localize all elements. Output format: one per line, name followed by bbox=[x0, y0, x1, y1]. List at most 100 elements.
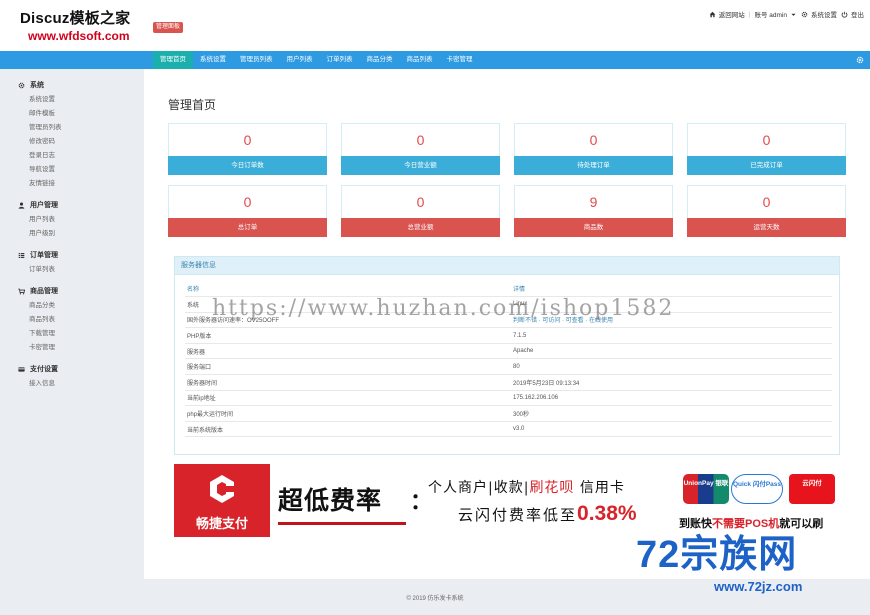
server-info-table: 名称 详情 系统 Linux 国外服务器访问速率：OV25OOFF 判断不错 · 可访… bbox=[185, 281, 832, 438]
sidebar-group: 用户管理用户列表 用户级别 bbox=[0, 197, 144, 241]
list-icon bbox=[18, 252, 25, 258]
caret-down-icon bbox=[791, 13, 796, 16]
sidebar-group-title: 系统 bbox=[30, 82, 44, 89]
sidebar-item[interactable]: 登录日志 bbox=[0, 149, 144, 163]
sidebar-item[interactable]: 卡密管理 bbox=[0, 341, 144, 355]
nav-tab-5[interactable]: 商品分类 bbox=[360, 51, 400, 69]
nav-settings-icon[interactable] bbox=[856, 56, 864, 64]
nav-tab-7[interactable]: 卡密管理 bbox=[440, 51, 480, 69]
sidebar-item[interactable]: 商品分类 bbox=[0, 299, 144, 313]
sidebar-group-header[interactable]: 支付设置 bbox=[0, 361, 144, 377]
unionpay-logo: UnionPay 银联 bbox=[683, 474, 729, 504]
home-icon bbox=[709, 11, 716, 17]
nav-items: 管理首页 系统设置 管理员列表 用户列表 订单列表 商品分类 商品列表 卡密管理 bbox=[153, 51, 480, 69]
table-row: 服务端口 80 bbox=[185, 358, 832, 376]
sidebar-item[interactable]: 下载管理 bbox=[0, 327, 144, 341]
sidebar-item[interactable]: 修改密码 bbox=[0, 135, 144, 149]
header: Discuz模板之家 www.wfdsoft.com 管理面板 返回网站 | 账… bbox=[0, 0, 870, 51]
table-row: 当前ip地址 175.162.206.106 bbox=[185, 390, 832, 407]
sidebar-item[interactable]: 友情链接 bbox=[0, 177, 144, 191]
name-cell: 服务端口 bbox=[185, 358, 511, 376]
stat-card: 0 今日订单数 bbox=[168, 123, 327, 175]
banner-brand-name: 畅捷支付 bbox=[195, 516, 248, 531]
nav-tab-1[interactable]: 系统设置 bbox=[193, 51, 233, 69]
sidebar-item[interactable]: 用户级别 bbox=[0, 227, 144, 241]
banner-subline: 到账快不需要POS机就可以刷 bbox=[679, 515, 823, 531]
stat-label[interactable]: 待处理订单 bbox=[514, 156, 673, 175]
sidebar-item[interactable]: 用户列表 bbox=[0, 213, 144, 227]
banner-line-2: 云闪付费率低至0.38% bbox=[458, 502, 637, 526]
sidebar-group-title: 用户管理 bbox=[30, 202, 58, 209]
stat-label[interactable]: 今日营业额 bbox=[341, 156, 500, 175]
nav-tab-3[interactable]: 用户列表 bbox=[280, 51, 320, 69]
yunshanfu-logo: 云闪付 bbox=[789, 474, 835, 504]
sidebar-group-header[interactable]: 系统 bbox=[0, 77, 144, 93]
stat-label[interactable]: 总营业额 bbox=[341, 218, 500, 237]
detail-cell: 300秒 bbox=[511, 405, 832, 422]
stat-label[interactable]: 总订单 bbox=[168, 218, 327, 237]
stat-value: 9 bbox=[589, 194, 598, 210]
sidebar-group-header[interactable]: 用户管理 bbox=[0, 197, 144, 213]
stat-label[interactable]: 已完成订单 bbox=[687, 156, 846, 175]
banner-sub-a: 到账快 bbox=[679, 518, 712, 530]
table-row: 服务器时间 2019年5月23日 09:13:34 bbox=[185, 374, 832, 391]
logo-title: Discuz模板之家 bbox=[20, 10, 131, 27]
sidebar-group-header[interactable]: 商品管理 bbox=[0, 283, 144, 299]
name-cell: 当前系统版本 bbox=[185, 421, 511, 438]
nav-tab-4[interactable]: 订单列表 bbox=[320, 51, 360, 69]
ad-banner[interactable]: 畅捷支付 超低费率 ： 个人商户|收款|刷花呗 信用卡 云闪付费率低至0.38%… bbox=[174, 464, 842, 538]
logout-link[interactable]: 登出 bbox=[841, 9, 864, 19]
logo[interactable]: Discuz模板之家 www.wfdsoft.com bbox=[20, 10, 144, 44]
account-dropdown[interactable]: 账号 admin bbox=[754, 9, 797, 19]
sidebar-item[interactable]: 邮件模板 bbox=[0, 107, 144, 121]
gear-icon bbox=[18, 82, 25, 88]
detail-cell: 175.162.206.106 bbox=[511, 390, 832, 407]
banner-line-1-c: 信用卡 bbox=[574, 480, 625, 496]
sidebar-item[interactable]: 接入信息 bbox=[0, 377, 144, 391]
table-row: 当前系统版本 v3.0 bbox=[185, 421, 832, 438]
sidebar-item[interactable]: 管理员列表 bbox=[0, 121, 144, 135]
nav-tab-0[interactable]: 管理首页 bbox=[153, 51, 193, 69]
stat-label[interactable]: 运营天数 bbox=[687, 218, 846, 237]
banner-brand-logo: 畅捷支付 bbox=[174, 464, 270, 537]
sidebar-item[interactable]: 系统设置 bbox=[0, 93, 144, 107]
sidebar-group-title: 商品管理 bbox=[30, 288, 58, 295]
column-header-detail: 详情 bbox=[511, 281, 832, 298]
name-cell: PHP版本 bbox=[185, 327, 511, 344]
stat-label[interactable]: 今日订单数 bbox=[168, 156, 327, 175]
nav-tab-2[interactable]: 管理员列表 bbox=[233, 51, 280, 69]
stat-card: 0 已完成订单 bbox=[687, 123, 846, 175]
stat-card: 9 商品数 bbox=[514, 185, 673, 237]
table-row: 系统 Linux bbox=[185, 296, 832, 313]
sidebar-group-header[interactable]: 订单管理 bbox=[0, 247, 144, 263]
detail-cell: v3.0 bbox=[511, 421, 832, 438]
stat-label[interactable]: 商品数 bbox=[514, 218, 673, 237]
settings-link-label: 系统设置 bbox=[811, 12, 837, 19]
sidebar-item[interactable]: 商品列表 bbox=[0, 313, 144, 327]
detail-cell: 判断不错 · 可访问 · 可查看 · 在线使用 bbox=[511, 312, 832, 329]
account-label: 账号 admin bbox=[754, 12, 787, 19]
banner-sub-c: 就可以刷 bbox=[779, 518, 824, 530]
nav-tab-6[interactable]: 商品列表 bbox=[400, 51, 440, 69]
payment-logos: UnionPay 银联 Quick 闪付Pass 云闪付 bbox=[683, 470, 840, 508]
banner-headline: 超低费率 bbox=[278, 487, 383, 515]
sidebar-group-title: 支付设置 bbox=[30, 366, 58, 373]
gear-icon bbox=[801, 11, 808, 17]
stat-card: 0 总订单 bbox=[168, 185, 327, 237]
settings-link[interactable]: 系统设置 bbox=[801, 9, 837, 19]
banner-sub-b: 不需要POS机 bbox=[712, 518, 780, 530]
sidebar-item[interactable]: 订单列表 bbox=[0, 263, 144, 277]
home-link[interactable]: 返回网站 bbox=[709, 9, 745, 19]
table-row: php最大运行时间 300秒 bbox=[185, 405, 832, 422]
name-cell: 服务器时间 bbox=[185, 374, 511, 391]
sidebar-item[interactable]: 导航设置 bbox=[0, 163, 144, 177]
home-link-label: 返回网站 bbox=[718, 12, 745, 19]
stat-card: 0 总营业额 bbox=[341, 185, 500, 237]
name-cell: php最大运行时间 bbox=[185, 405, 511, 422]
quickpass-logo: Quick 闪付Pass bbox=[731, 474, 783, 504]
detail-links[interactable]: 判断不错 · 可访问 · 可查看 · 在线使用 bbox=[513, 318, 613, 324]
name-cell: 国外服务器访问速率：OV25OOFF bbox=[185, 312, 511, 329]
column-header-name: 名称 bbox=[185, 281, 511, 298]
detail-cell: 2019年5月23日 09:13:34 bbox=[511, 374, 832, 391]
name-cell: 服务器 bbox=[185, 343, 511, 360]
